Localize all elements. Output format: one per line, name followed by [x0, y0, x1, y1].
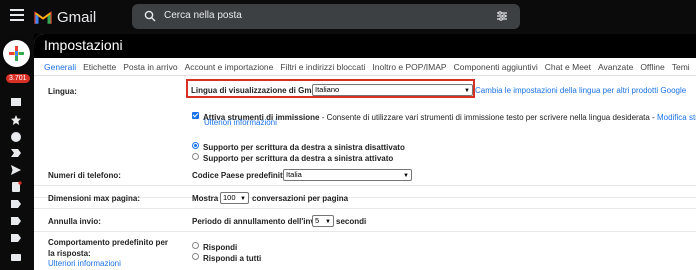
reply-behavior-label: Comportamento predefinito per la rispost… — [48, 238, 169, 258]
tab-chat-meet[interactable]: Chat e Meet — [545, 62, 591, 72]
unread-count-badge: 3.701 — [6, 74, 30, 83]
important-icon[interactable] — [10, 147, 22, 159]
chevron-down-icon: ▼ — [325, 219, 331, 225]
reply-more-info-link[interactable]: Ulteriori informazioni — [48, 259, 121, 268]
search-icon[interactable] — [144, 10, 156, 22]
settings-header: Impostazioni — [34, 34, 696, 58]
search-input[interactable]: Cerca nella posta — [164, 10, 242, 21]
search-bar[interactable]: Cerca nella posta — [132, 4, 520, 29]
change-language-link[interactable]: Cambia le impostazioni della lingua per … — [475, 86, 686, 95]
starred-icon[interactable] — [10, 114, 22, 126]
menu-line — [10, 19, 24, 21]
reply-all-option-label: Rispondi a tutti — [203, 254, 262, 263]
main-menu-button[interactable] — [10, 9, 24, 21]
highlight-box — [186, 79, 475, 98]
tab-posta-in-arrivo[interactable]: Posta in arrivo — [123, 62, 177, 72]
search-options-icon[interactable] — [496, 10, 508, 22]
gmail-logo[interactable]: Gmail — [34, 6, 96, 28]
input-tools-description: - Consente di utilizzare vari strumenti … — [319, 113, 657, 122]
label-icon[interactable] — [10, 198, 22, 210]
page-size-label: Dimensioni max pagina: — [48, 194, 141, 203]
undo-send-period-label: Periodo di annullamento dell'invio: — [192, 217, 325, 226]
compose-button[interactable] — [3, 40, 30, 67]
page-size-suffix: conversazioni per pagina — [252, 194, 349, 203]
sent-icon[interactable] — [10, 164, 22, 176]
label-icon[interactable] — [10, 232, 22, 244]
page-size-value: 100 — [223, 193, 236, 202]
reply-all-radio[interactable] — [192, 253, 199, 261]
country-code-label: Codice Paese predefinito: — [192, 171, 291, 180]
tab-account-importazione[interactable]: Account e importazione — [185, 62, 274, 72]
menu-line — [10, 14, 24, 16]
tab-etichette[interactable]: Etichette — [83, 62, 116, 72]
rtl-on-radio[interactable] — [192, 153, 199, 161]
more-info-link[interactable]: Ulteriori informazioni — [204, 118, 277, 127]
gmail-m-icon — [34, 11, 52, 24]
plus-icon-vertical — [15, 46, 18, 61]
tab-generali[interactable]: Generali — [44, 62, 76, 72]
chevron-down-icon: ▼ — [240, 196, 246, 202]
label-icon[interactable] — [10, 215, 22, 227]
page-size-setting-row: Dimensioni max pagina: Mostra 100 ▼ conv… — [34, 186, 696, 209]
tab-inoltro[interactable]: Inoltro e POP/IMAP — [372, 62, 446, 72]
inbox-icon[interactable] — [10, 96, 22, 108]
undo-send-label: Annulla invio: — [48, 217, 101, 226]
reply-all-option[interactable]: Rispondi a tutti — [192, 248, 261, 266]
rtl-on-label: Supporto per scrittura da destra a sinis… — [203, 154, 394, 163]
chat-icon[interactable] — [10, 252, 22, 264]
undo-send-value: 5 — [315, 216, 320, 225]
drafts-icon[interactable] — [10, 181, 22, 193]
tab-offline[interactable]: Offline — [640, 62, 664, 72]
tab-filtri[interactable]: Filtri e indirizzi bloccati — [280, 62, 365, 72]
page-size-select[interactable]: 100 ▼ — [220, 192, 249, 204]
phone-setting-row: Numeri di telefono: Codice Paese predefi… — [34, 164, 696, 186]
undo-send-select[interactable]: 5 ▼ — [312, 215, 334, 227]
page-title: Impostazioni — [44, 37, 123, 53]
top-bar: Gmail Cerca nella posta — [0, 0, 696, 34]
country-code-select[interactable]: Italia ▼ — [283, 169, 412, 181]
input-tools-checkbox[interactable] — [192, 112, 199, 120]
menu-line — [10, 9, 24, 11]
settings-panel: Impostazioni Generali Etichette Posta in… — [34, 34, 696, 270]
left-navigation-rail: 3.701 — [0, 34, 34, 270]
edit-input-tools-link[interactable]: Modifica strumenti — [657, 113, 696, 122]
phone-label: Numeri di telefono: — [48, 171, 121, 180]
snoozed-icon[interactable] — [10, 131, 22, 143]
reply-behavior-setting-row: Comportamento predefinito per la rispost… — [34, 232, 696, 270]
chevron-down-icon: ▼ — [403, 173, 409, 179]
tab-avanzate[interactable]: Avanzate — [598, 62, 633, 72]
settings-tabs: Generali Etichette Posta in arrivo Accou… — [34, 58, 696, 76]
app-name: Gmail — [57, 8, 97, 26]
undo-send-setting-row: Annulla invio: Periodo di annullamento d… — [34, 209, 696, 232]
page-size-prefix: Mostra — [192, 194, 219, 203]
country-code-value: Italia — [286, 170, 302, 179]
language-label: Lingua: — [48, 87, 77, 96]
tab-temi[interactable]: Temi — [672, 62, 690, 72]
tab-componenti-aggiuntivi[interactable]: Componenti aggiuntivi — [454, 62, 538, 72]
undo-send-suffix: secondi — [336, 217, 367, 226]
